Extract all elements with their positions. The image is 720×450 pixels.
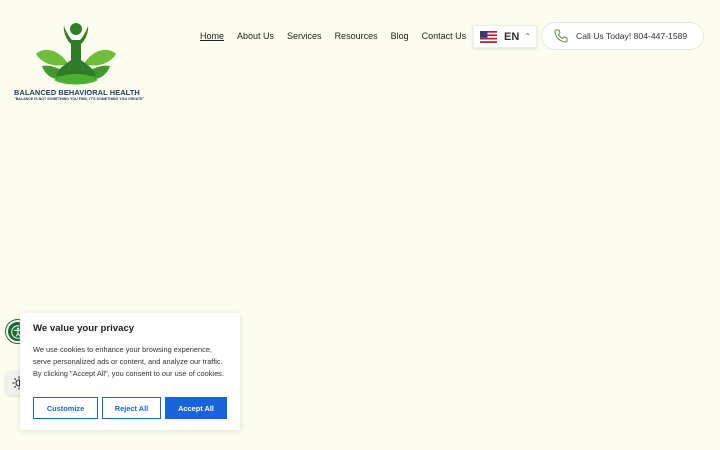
yoga-figure-icon (36, 23, 116, 85)
us-flag-icon (480, 30, 497, 43)
customize-button[interactable]: Customize (33, 397, 98, 419)
reject-all-button[interactable]: Reject All (102, 397, 161, 419)
nav-resources[interactable]: Resources (335, 30, 378, 42)
cookie-description: We use cookies to enhance your browsing … (33, 345, 224, 378)
logo-tagline: "BALANCE IS NOT SOMETHING YOU FIND, IT'S… (14, 97, 145, 101)
cookie-consent-banner: We value your privacy We use cookies to … (20, 313, 240, 430)
language-switcher[interactable]: EN ⌃ (473, 25, 537, 48)
logo-title: BALANCED BEHAVIORAL HEALTH (14, 88, 140, 97)
call-label: Call Us Today! 804-447-1589 (576, 31, 688, 41)
cookie-title: We value your privacy (33, 323, 135, 334)
phone-icon (554, 29, 568, 43)
call-button[interactable]: Call Us Today! 804-447-1589 (541, 22, 704, 50)
accept-all-button[interactable]: Accept All (165, 397, 227, 419)
site-logo[interactable]: BALANCED BEHAVIORAL HEALTH "BALANCE IS N… (14, 18, 145, 104)
language-code: EN (504, 30, 520, 43)
nav-services[interactable]: Services (287, 30, 322, 42)
nav-home[interactable]: Home (200, 30, 224, 42)
nav-about-us[interactable]: About Us (237, 30, 274, 42)
cookie-actions: Customize Reject All Accept All (33, 397, 227, 419)
nav-contact-us[interactable]: Contact Us (422, 30, 467, 42)
chevron-up-icon: ⌃ (524, 32, 531, 41)
main-nav: Home About Us Services Resources Blog Co… (200, 30, 479, 42)
nav-blog[interactable]: Blog (391, 30, 409, 42)
